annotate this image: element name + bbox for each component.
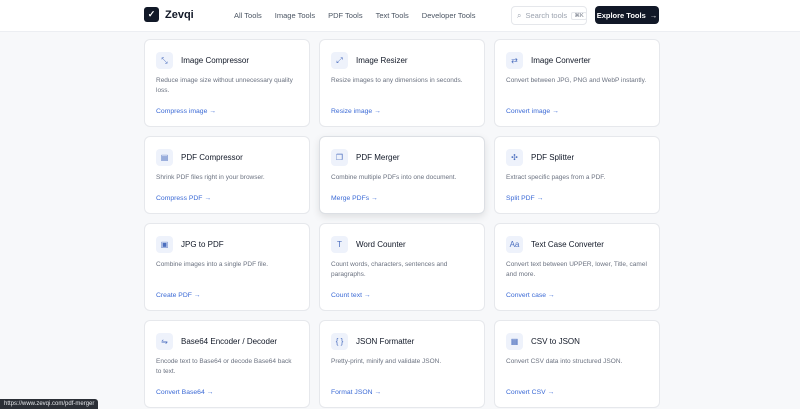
search-icon: ⌕ [517, 10, 522, 20]
card-title: Base64 Encoder / Decoder [181, 337, 278, 346]
tool-card[interactable]: T Word Counter Count words, characters, se… [319, 223, 485, 311]
card-title: Image Compressor [181, 56, 250, 65]
card-title: PDF Merger [356, 153, 400, 162]
arrow-right-icon: → [649, 10, 658, 20]
card-description: Encode text to Base64 or decode Base64 b… [156, 358, 292, 375]
card-description: Combine images into a single PDF file. [156, 261, 268, 268]
card-description: Convert CSV data into structured JSON. [506, 358, 623, 365]
table-icon: ▦ [506, 333, 523, 350]
nav-image-tools[interactable]: Image Tools [275, 11, 315, 20]
card-title: PDF Compressor [181, 153, 243, 162]
card-link[interactable]: Format JSON → [331, 389, 381, 396]
status-url: https://www.zevqi.com/pdf-merger [0, 399, 99, 409]
card-title: JSON Formatter [356, 337, 415, 346]
brand-logo[interactable]: ✓ Zevqi [144, 7, 194, 22]
card-header: T Word Counter [331, 236, 473, 253]
card-title: JPG to PDF [181, 240, 224, 249]
explore-tools-button[interactable]: Explore Tools → [595, 6, 659, 24]
card-title: CSV to JSON [531, 337, 580, 346]
card-header: ⇋ Base64 Encoder / Decoder [156, 333, 298, 350]
card-header: Aa Text Case Converter [506, 236, 648, 253]
card-header: ⇄ Image Converter [506, 52, 648, 69]
card-header: ▦ CSV to JSON [506, 333, 648, 350]
card-header: ❐ PDF Merger [331, 149, 473, 166]
card-header: ▣ JPG to PDF [156, 236, 298, 253]
card-description: Count words, characters, sentences and p… [331, 261, 448, 278]
card-description: Reduce image size without unnecessary qu… [156, 77, 293, 94]
card-link[interactable]: Compress image → [156, 108, 216, 115]
encode-icon: ⇋ [156, 333, 173, 350]
card-title: Image Resizer [356, 56, 408, 65]
main-nav: All Tools Image Tools PDF Tools Text Too… [234, 11, 475, 20]
brand-name: Zevqi [165, 8, 194, 21]
card-title: Image Converter [531, 56, 591, 65]
shortcut-hint: ⌘K [571, 11, 587, 20]
card-link[interactable]: Convert image → [506, 108, 559, 115]
top-navbar: ✓ Zevqi All Tools Image Tools PDF Tools … [0, 0, 800, 32]
images-icon: ▣ [156, 236, 173, 253]
card-description: Pretty-print, minify and validate JSON. [331, 358, 442, 365]
resize-icon: ⤢ [331, 52, 348, 69]
card-title: Text Case Converter [531, 240, 604, 249]
card-header: { } JSON Formatter [331, 333, 473, 350]
card-header: ⤡ Image Compressor [156, 52, 298, 69]
card-description: Shrink PDF files right in your browser. [156, 174, 265, 181]
text-icon: T [331, 236, 348, 253]
card-link[interactable]: Create PDF → [156, 292, 201, 299]
tool-card[interactable]: ⤡ Image Compressor Reduce image size witho… [144, 39, 310, 127]
card-header: ▤ PDF Compressor [156, 149, 298, 166]
card-header: ✣ PDF Splitter [506, 149, 648, 166]
explore-tools-label: Explore Tools [596, 10, 646, 20]
tool-card[interactable]: ⇋ Base64 Encoder / Decoder Encode text to … [144, 320, 310, 408]
card-link[interactable]: Count text → [331, 292, 371, 299]
tool-card[interactable]: ⤢ Image Resizer Resize images to any dimen… [319, 39, 485, 127]
search-box[interactable]: ⌕ ⌘K [511, 6, 587, 25]
tools-grid: ⤡ Image Compressor Reduce image size witho… [144, 39, 660, 408]
merge-icon: ❐ [331, 149, 348, 166]
card-link[interactable]: Merge PDFs → [331, 195, 378, 202]
split-icon: ✣ [506, 149, 523, 166]
tool-card[interactable]: ⇄ Image Converter Convert between JPG, PNG… [494, 39, 660, 127]
nav-pdf-tools[interactable]: PDF Tools [328, 11, 362, 20]
card-title: Word Counter [356, 240, 406, 249]
card-description: Convert text between UPPER, lower, Title… [506, 261, 647, 278]
tool-card[interactable]: ▦ CSV to JSON Convert CSV data into struct… [494, 320, 660, 408]
pdf-file-icon: ▤ [156, 149, 173, 166]
check-logo-icon: ✓ [144, 7, 159, 22]
card-link[interactable]: Convert CSV → [506, 389, 554, 396]
tool-card[interactable]: ▤ PDF Compressor Shrink PDF files right in… [144, 136, 310, 214]
card-description: Resize images to any dimensions in secon… [331, 77, 463, 84]
tool-card[interactable]: ❐ PDF Merger Combine multiple PDFs into on… [319, 136, 485, 214]
tool-card[interactable]: { } JSON Formatter Pretty-print, minify an… [319, 320, 485, 408]
nav-developer-tools[interactable]: Developer Tools [422, 11, 476, 20]
card-description: Convert between JPG, PNG and WebP instan… [506, 77, 647, 84]
card-description: Extract specific pages from a PDF. [506, 174, 606, 181]
tool-card[interactable]: ▣ JPG to PDF Combine images into a single … [144, 223, 310, 311]
braces-icon: { } [331, 333, 348, 350]
compress-icon: ⤡ [156, 52, 173, 69]
card-link[interactable]: Split PDF → [506, 195, 543, 202]
convert-icon: ⇄ [506, 52, 523, 69]
card-title: PDF Splitter [531, 153, 575, 162]
card-description: Combine multiple PDFs into one document. [331, 174, 457, 181]
case-icon: Aa [506, 236, 523, 253]
nav-text-tools[interactable]: Text Tools [376, 11, 409, 20]
card-link[interactable]: Convert Base64 → [156, 389, 213, 396]
tool-card[interactable]: ✣ PDF Splitter Extract specific pages from… [494, 136, 660, 214]
card-link[interactable]: Convert case → [506, 292, 555, 299]
card-link[interactable]: Compress PDF → [156, 195, 211, 202]
card-link[interactable]: Resize image → [331, 108, 381, 115]
card-header: ⤢ Image Resizer [331, 52, 473, 69]
search-input[interactable] [525, 11, 568, 20]
tool-card[interactable]: Aa Text Case Converter Convert text betwee… [494, 223, 660, 311]
nav-all-tools[interactable]: All Tools [234, 11, 262, 20]
